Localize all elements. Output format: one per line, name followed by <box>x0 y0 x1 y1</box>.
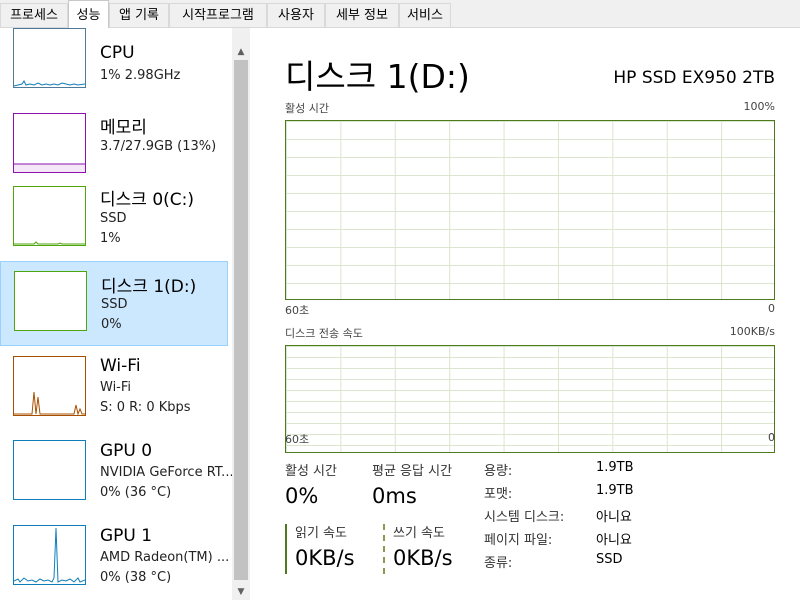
graph1-min: 0 <box>768 302 775 315</box>
graph2-label: 디스크 전송 속도 <box>285 327 363 340</box>
disk-model: HP SSD EX950 2TB <box>613 68 775 88</box>
wifi-thumbnail <box>13 356 86 416</box>
prop-format-value: 1.9TB <box>596 483 634 498</box>
prop-capacity-label: 용량: <box>484 464 513 479</box>
sidebar-item-detail: 1% 2.98GHz <box>100 68 181 83</box>
tab-app-history[interactable]: 앱 기록 <box>109 3 169 27</box>
sidebar-item-type: SSD <box>100 211 127 226</box>
chevron-down-icon[interactable]: ▼ <box>232 584 250 600</box>
tab-bar: 프로세스 성능 앱 기록 시작프로그램 사용자 세부 정보 서비스 <box>0 0 800 29</box>
gpu0-thumbnail <box>13 440 86 500</box>
sidebar-item-name: GPU 0 <box>100 441 153 461</box>
prop-type-label: 종류: <box>484 556 513 571</box>
sidebar-item-name: 디스크 0(C:) <box>100 190 195 210</box>
sidebar-item-name: CPU <box>100 43 135 63</box>
sidebar-item-usage: 0% (38 °C) <box>100 570 172 585</box>
sidebar-item-type: NVIDIA GeForce RT... <box>100 465 232 480</box>
sidebar-item-throughput: S: 0 R: 0 Kbps <box>100 400 191 415</box>
tab-users[interactable]: 사용자 <box>267 3 325 27</box>
sidebar-item-name: GPU 1 <box>100 526 153 546</box>
active-time-label: 활성 시간 <box>285 464 337 479</box>
tab-startup[interactable]: 시작프로그램 <box>169 3 267 27</box>
scrollbar-thumb[interactable] <box>234 60 248 580</box>
sidebar-item-name: Wi-Fi <box>100 356 141 376</box>
sidebar-item-gpu1[interactable]: GPU 1 AMD Radeon(TM) ... 0% (38 °C) <box>0 520 230 600</box>
prop-type-value: SSD <box>596 552 623 567</box>
write-speed-indicator <box>383 524 385 574</box>
sidebar-item-cpu[interactable]: CPU 1% 2.98GHz <box>0 28 228 88</box>
transfer-rate-graph <box>285 345 775 453</box>
tab-services[interactable]: 서비스 <box>399 3 451 27</box>
tab-details[interactable]: 세부 정보 <box>325 3 399 27</box>
sidebar-item-usage: 0% <box>101 317 122 332</box>
response-time-label: 평균 응답 시간 <box>372 464 453 479</box>
disk-detail-panel: 디스크 1(D:) HP SSD EX950 2TB 활성 시간 100% 60… <box>250 28 800 600</box>
sidebar-item-type: Wi-Fi <box>100 380 132 395</box>
tab-processes[interactable]: 프로세스 <box>0 3 68 27</box>
sidebar-item-detail: 3.7/27.9GB (13%) <box>100 139 217 154</box>
sidebar-item-type: SSD <box>101 297 128 312</box>
chevron-up-icon[interactable]: ▲ <box>232 44 250 60</box>
sidebar-item-gpu0[interactable]: GPU 0 NVIDIA GeForce RT... 0% (36 °C) <box>0 435 232 520</box>
graph1-max: 100% <box>743 100 775 113</box>
prop-capacity-value: 1.9TB <box>596 460 634 475</box>
graph2-max: 100KB/s <box>729 325 775 338</box>
active-time-value: 0% <box>285 484 319 508</box>
disk1-thumbnail <box>14 271 87 331</box>
read-speed-value: 0KB/s <box>295 546 355 570</box>
gpu1-thumbnail <box>13 525 86 585</box>
read-speed-label: 읽기 속도 <box>295 526 347 541</box>
write-speed-label: 쓰기 속도 <box>393 526 445 541</box>
write-speed-value: 0KB/s <box>393 546 453 570</box>
active-time-graph <box>285 120 775 300</box>
sidebar-item-usage: 1% <box>100 231 121 246</box>
sidebar-item-disk1[interactable]: 디스크 1(D:) SSD 0% <box>0 261 228 346</box>
sidebar-item-disk0[interactable]: 디스크 0(C:) SSD 1% <box>0 173 228 258</box>
graph1-label: 활성 시간 <box>285 102 329 115</box>
prop-page-file-value: 아니요 <box>596 533 632 548</box>
tab-performance[interactable]: 성능 <box>68 0 109 29</box>
sidebar-item-type: AMD Radeon(TM) ... <box>100 550 230 565</box>
sidebar-item-memory[interactable]: 메모리 3.7/27.9GB (13%) <box>0 88 228 173</box>
prop-system-disk-value: 아니요 <box>596 510 632 525</box>
sidebar-item-name: 메모리 <box>100 118 147 138</box>
graph2-time: 60초 <box>285 433 310 446</box>
response-time-value: 0ms <box>372 484 417 508</box>
sidebar-item-wifi[interactable]: Wi-Fi Wi-Fi S: 0 R: 0 Kbps <box>0 350 228 435</box>
graph1-time: 60초 <box>285 304 310 317</box>
sidebar-item-name: 디스크 1(D:) <box>101 277 197 297</box>
memory-thumbnail <box>13 113 86 173</box>
sidebar: CPU 1% 2.98GHz 메모리 3.7/27.9GB (13%) 디스크 … <box>0 28 232 600</box>
cpu-thumbnail <box>13 28 86 88</box>
sidebar-item-usage: 0% (36 °C) <box>100 485 172 500</box>
read-speed-indicator <box>285 524 287 574</box>
page-title: 디스크 1(D:) <box>285 57 470 96</box>
prop-format-label: 포맷: <box>484 487 513 502</box>
disk0-thumbnail <box>13 186 86 246</box>
prop-page-file-label: 페이지 파일: <box>484 533 553 548</box>
prop-system-disk-label: 시스템 디스크: <box>484 510 565 525</box>
graph2-min: 0 <box>768 431 775 444</box>
sidebar-scrollbar[interactable]: ▲ ▼ <box>232 28 250 600</box>
